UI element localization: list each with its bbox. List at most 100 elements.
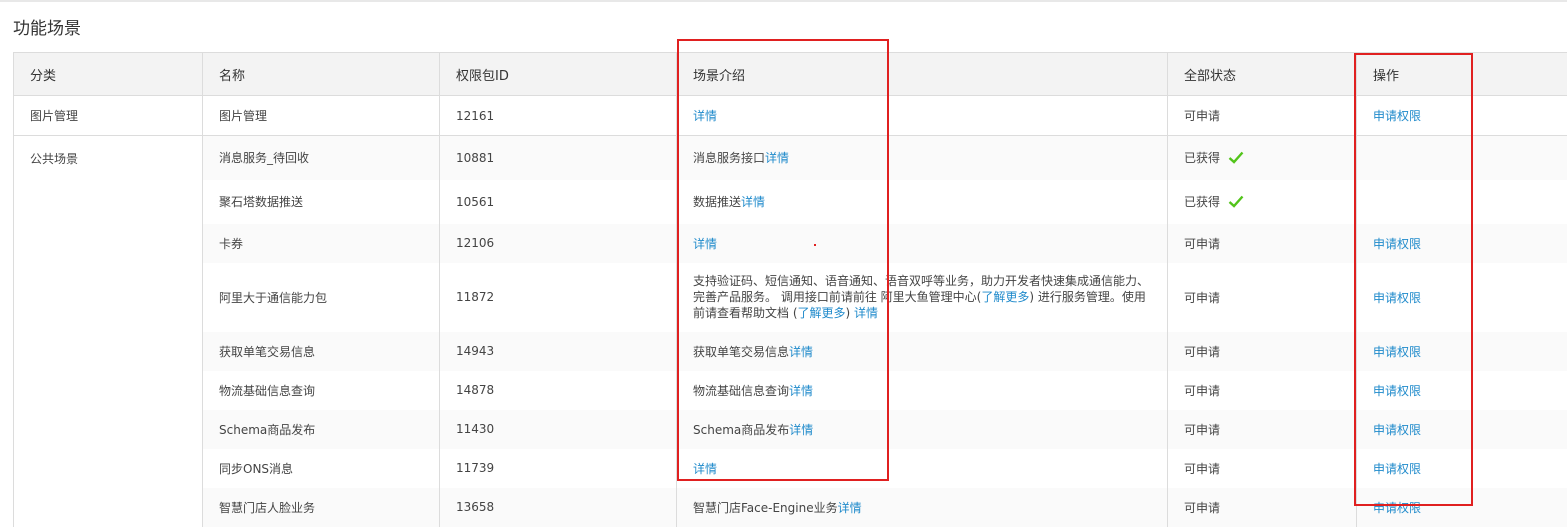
check-icon — [1228, 151, 1244, 167]
intro-cell: 物流基础信息查询详情 — [676, 370, 1168, 410]
id-cell: 14943 — [439, 331, 677, 371]
name-cell: 阿里大于通信能力包 — [202, 262, 440, 332]
details-link[interactable]: 详情 — [693, 462, 717, 476]
learn-more-link[interactable]: 了解更多 — [798, 306, 846, 320]
header-name: 名称 — [202, 52, 440, 96]
table-row: 阿里大于通信能力包 11872 支持验证码、短信通知、语音通知、语音双呼等业务，… — [14, 262, 1567, 332]
scene-table: 分类 名称 权限包ID 场景介绍 全部状态 操作 图片管理 图片管理 12161… — [13, 52, 1567, 527]
name-cell: 智慧门店人脸业务 — [202, 487, 440, 527]
details-link[interactable]: 详情 — [693, 237, 717, 251]
status-cell: 可申请 — [1167, 262, 1357, 332]
details-link[interactable]: 详情 — [789, 384, 813, 398]
status-cell: 可申请 — [1167, 448, 1357, 488]
intro-text: ) — [845, 306, 855, 320]
table-row: 物流基础信息查询 14878 物流基础信息查询详情 可申请 申请权限 — [14, 370, 1567, 410]
intro-text: 获取单笔交易信息 — [693, 344, 790, 359]
details-link[interactable]: 详情 — [789, 345, 813, 359]
apply-permission-link[interactable]: 申请权限 — [1373, 462, 1421, 476]
status-text: 已获得 — [1184, 194, 1221, 209]
status-cell: 可申请 — [1167, 409, 1357, 449]
intro-text: Schema商品发布 — [693, 422, 790, 437]
intro-cell: 详情 — [676, 223, 1168, 263]
intro-cell: 详情 — [676, 448, 1168, 488]
action-cell: 申请权限 — [1356, 95, 1567, 136]
apply-permission-link[interactable]: 申请权限 — [1373, 501, 1421, 515]
id-cell: 10561 — [439, 179, 677, 224]
intro-cell: Schema商品发布详情 — [676, 409, 1168, 449]
name-cell: 物流基础信息查询 — [202, 370, 440, 410]
name-cell: 获取单笔交易信息 — [202, 331, 440, 371]
intro-cell: 获取单笔交易信息详情 — [676, 331, 1168, 371]
name-cell: Schema商品发布 — [202, 409, 440, 449]
action-cell — [1356, 179, 1567, 224]
table-row: 同步ONS消息 11739 详情 可申请 申请权限 — [14, 448, 1567, 488]
header-action: 操作 — [1356, 52, 1567, 96]
action-cell: 申请权限 — [1356, 487, 1567, 527]
category-cell: 图片管理 — [13, 95, 203, 136]
table-row: 卡券 12106 详情 可申请 申请权限 — [14, 223, 1567, 263]
page-title: 功能场景 — [13, 19, 81, 39]
header-intro: 场景介绍 — [676, 52, 1168, 96]
apply-permission-link[interactable]: 申请权限 — [1373, 384, 1421, 398]
action-cell: 申请权限 — [1356, 448, 1567, 488]
apply-permission-link[interactable]: 申请权限 — [1373, 423, 1421, 437]
action-cell: 申请权限 — [1356, 262, 1567, 332]
status-cell: 可申请 — [1167, 95, 1357, 136]
details-link[interactable]: 详情 — [765, 151, 789, 165]
details-link[interactable]: 详情 — [789, 423, 813, 437]
id-cell: 11430 — [439, 409, 677, 449]
intro-cell: 支持验证码、短信通知、语音通知、语音双呼等业务，助力开发者快速集成通信能力、完善… — [676, 262, 1168, 332]
table-row: 聚石塔数据推送 10561 数据推送详情 已获得 — [14, 179, 1567, 224]
name-cell: 图片管理 — [202, 95, 440, 136]
category-cell: 公共场景 — [13, 135, 203, 527]
intro-cell: 数据推送详情 — [676, 179, 1168, 224]
header-package-id: 权限包ID — [439, 52, 677, 96]
table-header-row: 分类 名称 权限包ID 场景介绍 全部状态 操作 — [13, 52, 1567, 96]
id-cell: 13658 — [439, 487, 677, 527]
apply-permission-link[interactable]: 申请权限 — [1373, 291, 1421, 305]
top-divider — [0, 0, 1567, 2]
check-icon — [1228, 195, 1244, 211]
details-link[interactable]: 详情 — [838, 501, 862, 515]
intro-text: 数据推送 — [693, 195, 742, 209]
intro-cell: 详情 — [676, 95, 1168, 136]
status-cell: 可申请 — [1167, 370, 1357, 410]
id-cell: 14878 — [439, 370, 677, 410]
action-cell: 申请权限 — [1356, 223, 1567, 263]
status-cell: 已获得 — [1167, 179, 1357, 224]
id-cell: 11739 — [439, 448, 677, 488]
action-cell: 申请权限 — [1356, 409, 1567, 449]
intro-text: 消息服务接口 — [693, 151, 766, 166]
status-cell: 可申请 — [1167, 223, 1357, 263]
table-row: 获取单笔交易信息 14943 获取单笔交易信息详情 可申请 申请权限 — [14, 331, 1567, 371]
details-link[interactable]: 详情 — [693, 109, 717, 123]
table-row: Schema商品发布 11430 Schema商品发布详情 可申请 申请权限 — [14, 409, 1567, 449]
annotation-dot — [814, 244, 816, 246]
learn-more-link[interactable]: 了解更多 — [981, 290, 1029, 304]
intro-text: 物流基础信息查询 — [693, 383, 790, 398]
status-text: 已获得 — [1184, 150, 1221, 165]
details-link[interactable]: 详情 — [741, 195, 765, 209]
id-cell: 11872 — [439, 262, 677, 332]
id-cell: 12106 — [439, 223, 677, 263]
id-cell: 12161 — [439, 95, 677, 136]
intro-cell: 智慧门店Face-Engine业务详情 — [676, 487, 1168, 527]
id-cell: 10881 — [439, 135, 677, 180]
apply-permission-link[interactable]: 申请权限 — [1373, 109, 1421, 123]
name-cell: 同步ONS消息 — [202, 448, 440, 488]
action-cell — [1356, 135, 1567, 180]
status-cell: 已获得 — [1167, 135, 1357, 180]
details-link[interactable]: 详情 — [854, 306, 878, 320]
status-cell: 可申请 — [1167, 331, 1357, 371]
apply-permission-link[interactable]: 申请权限 — [1373, 345, 1421, 359]
name-cell: 聚石塔数据推送 — [202, 179, 440, 224]
table-row: 公共场景 消息服务_待回收 10881 消息服务接口详情 已获得 — [13, 135, 1567, 527]
name-cell: 消息服务_待回收 — [202, 135, 440, 180]
apply-permission-link[interactable]: 申请权限 — [1373, 237, 1421, 251]
name-cell: 卡券 — [202, 223, 440, 263]
intro-cell: 消息服务接口详情 — [676, 135, 1168, 180]
header-status[interactable]: 全部状态 — [1167, 52, 1357, 96]
table-row: 图片管理 图片管理 12161 详情 可申请 申请权限 — [13, 95, 1567, 136]
action-cell: 申请权限 — [1356, 331, 1567, 371]
header-category: 分类 — [13, 52, 203, 96]
